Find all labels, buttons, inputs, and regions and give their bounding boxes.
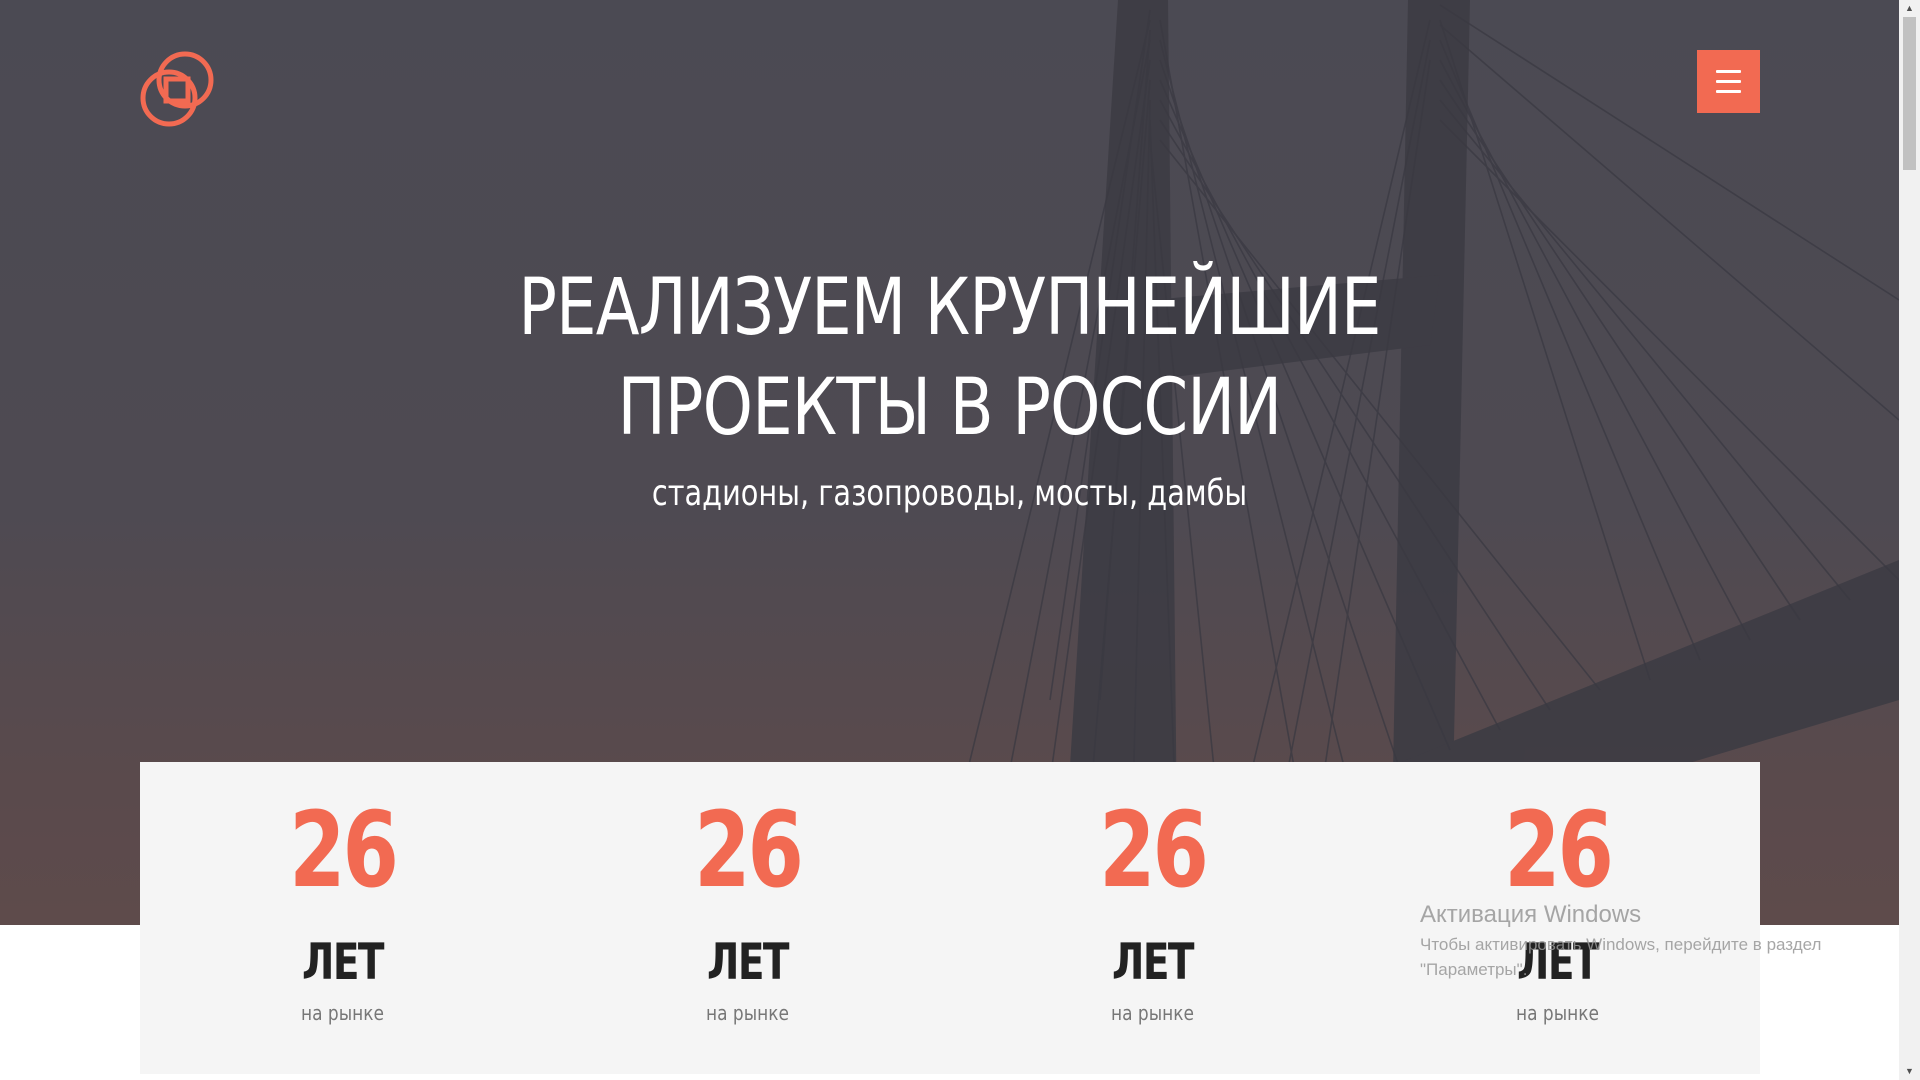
scrollbar-thumb[interactable] — [1903, 17, 1916, 170]
hero-title: РЕАЛИЗУЕМ КРУПНЕЙШИЕ ПРОЕКТЫ В РОССИИ — [171, 258, 1728, 458]
scroll-down-arrow-icon[interactable]: ▼ — [1899, 1063, 1920, 1080]
watermark-text: Чтобы активировать Windows, перейдите в … — [1420, 935, 1822, 979]
stat-item: 26 ЛЕТ на рынке — [545, 762, 950, 1074]
stat-number: 26 — [1504, 789, 1614, 911]
stat-unit: ЛЕТ — [1112, 933, 1195, 991]
stat-caption: на рынке — [1515, 1001, 1599, 1025]
stat-item: 26 ЛЕТ на рынке — [950, 762, 1355, 1074]
stat-caption: на рынке — [1110, 1001, 1194, 1025]
stat-caption: на рынке — [300, 1001, 384, 1025]
stat-number: 26 — [1099, 789, 1209, 911]
stat-caption: на рынке — [705, 1001, 789, 1025]
hero-title-line-2: ПРОЕКТЫ В РОССИИ — [617, 363, 1283, 453]
stat-number: 26 — [694, 789, 804, 911]
watermark-title: Активация Windows — [1420, 901, 1642, 928]
stat-item: 26 ЛЕТ на рынке — [140, 762, 545, 1074]
interlocked-squares-logo-icon[interactable] — [138, 49, 218, 129]
vertical-scrollbar[interactable]: ▲ ▼ — [1899, 0, 1920, 1080]
stat-number: 26 — [289, 789, 399, 911]
stat-unit: ЛЕТ — [707, 933, 790, 991]
hero-title-line-1: РЕАЛИЗУЕМ КРУПНЕЙШИЕ — [518, 263, 1381, 353]
menu-button[interactable] — [1697, 50, 1760, 113]
scroll-up-arrow-icon[interactable]: ▲ — [1899, 0, 1920, 17]
windows-activation-watermark: Активация Windows Чтобы активировать Win… — [1420, 898, 1870, 982]
hero-subtitle: стадионы, газопроводы, мосты, дамбы — [651, 473, 1248, 514]
stat-unit: ЛЕТ — [302, 933, 385, 991]
